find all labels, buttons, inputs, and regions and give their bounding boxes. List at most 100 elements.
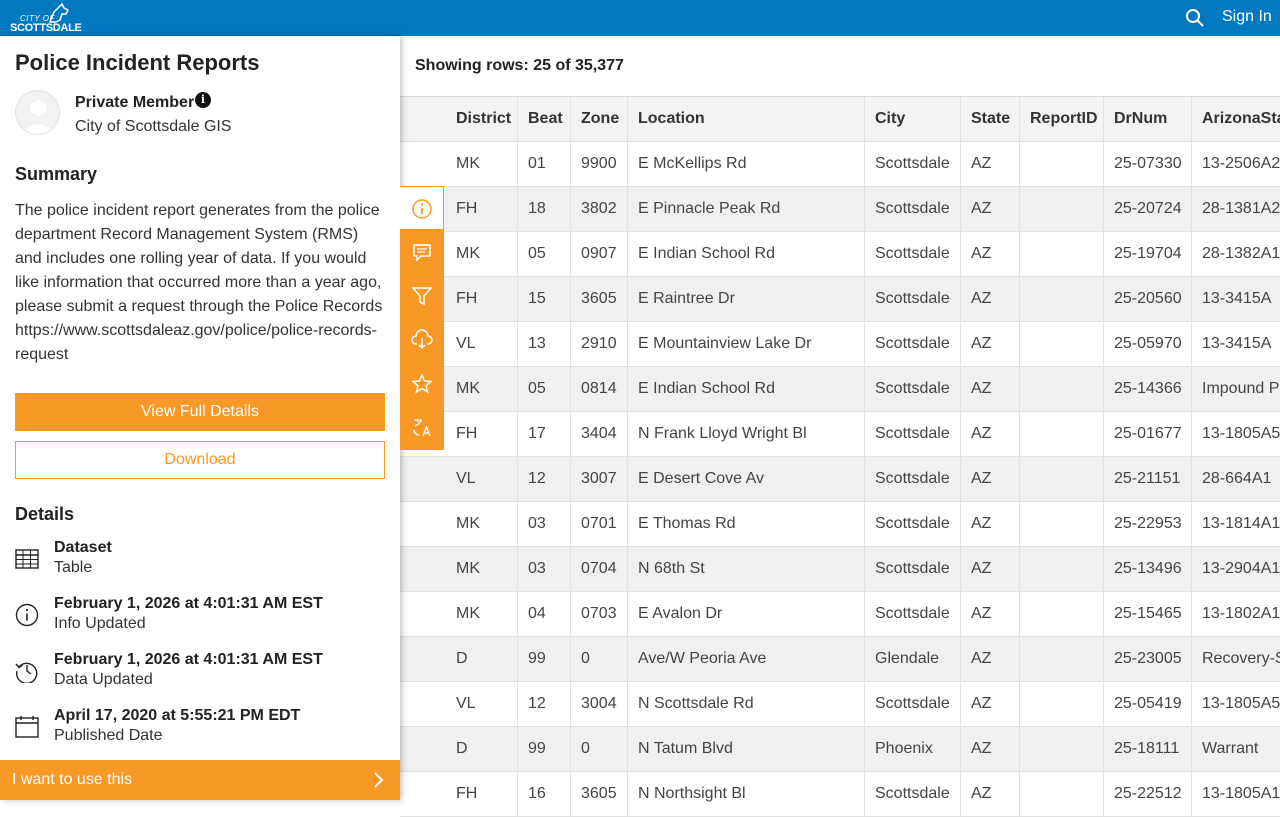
city-of-scottsdale-logo[interactable]: CITY OF SCOTTSDALE xyxy=(10,2,82,34)
column-header-district[interactable]: District xyxy=(446,97,518,141)
cell-city: Scottsdale xyxy=(865,547,961,591)
table-row[interactable]: VL 12 3004 N Scottsdale Rd Scottsdale AZ 25-05… xyxy=(400,682,1280,727)
table-header-row: District Beat Zone Location City State ReportI… xyxy=(400,97,1280,142)
cell-blank xyxy=(400,637,446,681)
cell-location: N 68th St xyxy=(628,547,865,591)
cell-zone: 2910 xyxy=(571,322,628,366)
table-row[interactable]: D 99 0 Ave/W Peoria Ave Glendale AZ 25-23005 Re… xyxy=(400,637,1280,682)
cell-dr-num: 25-23005 xyxy=(1104,637,1192,681)
translate-tool-button[interactable] xyxy=(400,406,444,450)
column-header-dr-num[interactable]: DrNum xyxy=(1104,97,1192,141)
cell-beat: 17 xyxy=(518,412,571,456)
owner-info-icon[interactable]: i xyxy=(195,92,211,108)
column-header-beat[interactable]: Beat xyxy=(518,97,571,141)
cell-location: E Indian School Rd xyxy=(628,367,865,411)
summary-heading: Summary xyxy=(15,164,98,184)
cell-location: N Frank Lloyd Wright Bl xyxy=(628,412,865,456)
chevron-right-icon xyxy=(374,772,384,788)
rows-count-label: Showing rows: 25 of 35,377 xyxy=(415,57,624,74)
cell-report-id xyxy=(1020,547,1104,591)
column-header-location[interactable]: Location xyxy=(628,97,865,141)
table-row[interactable]: MK 05 0907 E Indian School Rd Scottsdale AZ 25… xyxy=(400,232,1280,277)
cell-report-id xyxy=(1020,142,1104,186)
column-header-city[interactable]: City xyxy=(865,97,961,141)
cell-dr-num: 25-22953 xyxy=(1104,502,1192,546)
table-row[interactable]: MK 03 0701 E Thomas Rd Scottsdale AZ 25-22953 1… xyxy=(400,502,1280,547)
cell-beat: 18 xyxy=(518,187,571,231)
cell-dr-num: 25-07330 xyxy=(1104,142,1192,186)
cell-arizona-statute: 13-1805A5 xyxy=(1202,425,1280,442)
table-row[interactable]: MK 01 9900 E McKellips Rd Scottsdale AZ 25-073… xyxy=(400,142,1280,187)
column-header-arizona-statute[interactable]: ArizonaStat xyxy=(1192,97,1280,141)
table-row[interactable]: MK 04 0703 E Avalon Dr Scottsdale AZ 25-15465 1… xyxy=(400,592,1280,637)
table-row[interactable]: D 99 0 N Tatum Blvd Phoenix AZ 25-18111 Warrant xyxy=(400,727,1280,772)
cell-dr-num: 25-13496 xyxy=(1104,547,1192,591)
table-row[interactable]: FH 18 3802 E Pinnacle Peak Rd Scottsdale AZ 25… xyxy=(400,187,1280,232)
cell-report-id xyxy=(1020,367,1104,411)
cell-city: Scottsdale xyxy=(865,142,961,186)
favorite-tool-button[interactable] xyxy=(400,362,444,406)
owner-name: Private Member xyxy=(75,94,195,111)
table-row[interactable]: FH 17 3404 N Frank Lloyd Wright Bl Scottsdal… xyxy=(400,412,1280,457)
cell-district: VL xyxy=(446,322,518,366)
table-row[interactable]: MK 05 0814 E Indian School Rd Scottsdale AZ 25… xyxy=(400,367,1280,412)
cell-beat: 03 xyxy=(518,547,571,591)
cell-location: E Indian School Rd xyxy=(628,232,865,276)
cell-dr-num: 25-20724 xyxy=(1104,187,1192,231)
cell-state: AZ xyxy=(961,772,1020,816)
sign-in-link[interactable]: Sign In xyxy=(1222,8,1272,26)
cell-arizona-statute: 28-1381A2 xyxy=(1202,200,1280,217)
table-row[interactable]: FH 15 3605 E Raintree Dr Scottsdale AZ 25-2056… xyxy=(400,277,1280,322)
item-details-panel: Police Incident Reports Private Member i… xyxy=(0,36,400,800)
cell-dr-num: 25-21151 xyxy=(1104,457,1192,501)
table-row[interactable]: MK 03 0704 N 68th St Scottsdale AZ 25-13496 13-… xyxy=(400,547,1280,592)
cell-district: D xyxy=(446,637,518,681)
filter-icon xyxy=(411,287,433,306)
cell-city: Scottsdale xyxy=(865,502,961,546)
tool-strip xyxy=(400,186,444,450)
detail-dataset: Dataset Table xyxy=(15,539,385,583)
detail-data-updated: February 1, 2026 at 4:01:31 AM EST Data … xyxy=(15,651,385,695)
logo-horse-icon xyxy=(48,2,70,23)
cell-arizona-statute: 13-1802A1 xyxy=(1202,605,1280,622)
detail-published-date: April 17, 2020 at 5:55:21 PM EDT Publish… xyxy=(15,707,385,751)
cell-location: E Thomas Rd xyxy=(628,502,865,546)
cell-arizona-statute: 13-2506A2 xyxy=(1202,155,1280,172)
comment-tool-button[interactable] xyxy=(400,230,444,274)
table-row[interactable]: VL 13 2910 E Mountainview Lake Dr Scottsdale… xyxy=(400,322,1280,367)
cell-state: AZ xyxy=(961,727,1020,771)
cell-state: AZ xyxy=(961,232,1020,276)
cell-zone: 3605 xyxy=(571,277,628,321)
cell-zone: 0 xyxy=(571,727,628,771)
view-full-details-button[interactable]: View Full Details xyxy=(15,393,385,431)
download-tool-button[interactable] xyxy=(400,318,444,362)
i-want-to-use-this-button[interactable]: I want to use this xyxy=(0,760,400,800)
detail-title: April 17, 2020 at 5:55:21 PM EDT xyxy=(54,707,301,724)
cell-arizona-statute: 28-1382A1 xyxy=(1202,245,1280,262)
search-icon[interactable] xyxy=(1185,8,1205,28)
cell-state: AZ xyxy=(961,367,1020,411)
table-icon xyxy=(15,549,39,569)
column-header-state[interactable]: State xyxy=(961,97,1020,141)
cloud-download-icon xyxy=(411,329,433,350)
cell-city: Scottsdale xyxy=(865,322,961,366)
download-button[interactable]: Download xyxy=(15,441,385,479)
cell-beat: 12 xyxy=(518,457,571,501)
cell-district: MK xyxy=(446,232,518,276)
cell-beat: 05 xyxy=(518,232,571,276)
cell-location: E Pinnacle Peak Rd xyxy=(628,187,865,231)
info-tool-button[interactable] xyxy=(400,186,444,230)
cell-city: Phoenix xyxy=(865,727,961,771)
cell-blank xyxy=(400,457,446,501)
filter-tool-button[interactable] xyxy=(400,274,444,318)
cell-arizona-statute: Warrant xyxy=(1202,740,1259,757)
cell-arizona-statute: 13-1805A5 xyxy=(1202,695,1280,712)
column-header-report-id[interactable]: ReportID xyxy=(1020,97,1104,141)
detail-title: February 1, 2026 at 4:01:31 AM EST xyxy=(54,651,323,668)
column-header-zone[interactable]: Zone xyxy=(571,97,628,141)
table-row[interactable]: FH 16 3605 N Northsight Bl Scottsdale AZ 25-22… xyxy=(400,772,1280,817)
cell-city: Scottsdale xyxy=(865,187,961,231)
cell-city: Scottsdale xyxy=(865,682,961,726)
table-row[interactable]: VL 12 3007 E Desert Cove Av Scottsdale AZ 25-2… xyxy=(400,457,1280,502)
cell-city: Scottsdale xyxy=(865,457,961,501)
